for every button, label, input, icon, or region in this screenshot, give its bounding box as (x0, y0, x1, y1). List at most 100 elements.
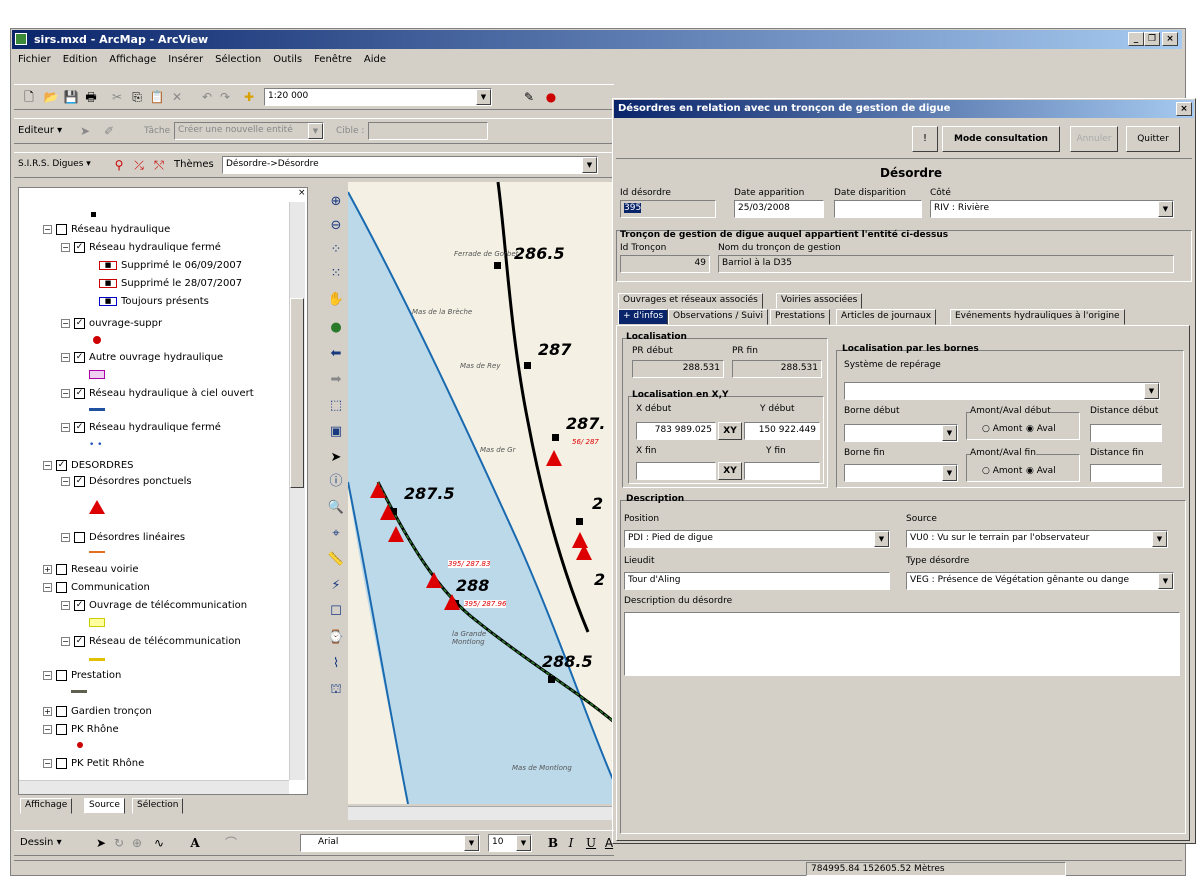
collapse-icon[interactable]: − (61, 243, 70, 252)
cible-select[interactable] (368, 122, 488, 140)
expand-icon[interactable]: + (43, 565, 52, 574)
toc-item-gardien-troncon[interactable]: + Gardien tronçon (43, 706, 152, 717)
back-icon[interactable]: ⬅ (326, 344, 346, 364)
chevron-down-icon[interactable]: ▼ (1158, 201, 1173, 217)
chevron-down-icon[interactable]: ▼ (942, 425, 957, 441)
dialog-close-icon[interactable]: × (1176, 102, 1192, 116)
delete-icon[interactable]: ✕ (168, 88, 186, 106)
zoom-out-icon[interactable]: ⊖ (326, 216, 346, 236)
zoom-in-icon[interactable]: ⊕ (326, 192, 346, 212)
mode-consultation-button[interactable]: Mode consultation (942, 126, 1060, 152)
collapse-icon[interactable]: − (61, 423, 70, 432)
collapse-icon[interactable]: − (43, 461, 52, 470)
map-view[interactable]: 286.5 287 287. 287.5 2 288 2 288.5 Mas d… (348, 182, 614, 804)
hyperlink-icon[interactable]: ⚡ (326, 576, 346, 596)
layer-checkbox[interactable] (56, 724, 67, 735)
expand-icon[interactable]: + (43, 707, 52, 716)
collapse-icon[interactable]: − (61, 319, 70, 328)
date-apparition-field[interactable]: 25/03/2008 (734, 200, 824, 218)
systeme-select[interactable]: ▼ (844, 382, 1160, 400)
id-troncon-field[interactable]: 49 (620, 255, 710, 273)
collapse-icon[interactable]: − (61, 637, 70, 646)
amont-fin-radio[interactable]: ○ Amont (982, 466, 1022, 476)
toc-item-pk-petit-rhone[interactable]: − PK Petit Rhône (43, 758, 144, 769)
measure-tool-icon[interactable]: 📏 (326, 550, 346, 570)
x-fin-field[interactable] (636, 462, 716, 480)
tab-voiries-associees[interactable]: Voiries associées (776, 293, 863, 309)
text-tool-icon[interactable]: A (186, 834, 204, 852)
close-icon[interactable]: × (1162, 32, 1178, 46)
id-desordre-field[interactable]: 395 (620, 200, 716, 218)
toc-item-desordres[interactable]: − ✓ DESORDRES (43, 460, 134, 471)
date-disparition-field[interactable] (834, 200, 922, 218)
map-hscrollbar[interactable] (348, 806, 614, 820)
toc-item-autre-ouvrage[interactable]: − ✓ Autre ouvrage hydraulique (61, 352, 223, 363)
collapse-icon[interactable]: − (61, 533, 70, 542)
layout-icon[interactable]: ⛫ (326, 680, 346, 700)
menu-edition[interactable]: Edition (61, 52, 100, 70)
task-select[interactable]: Créer une nouvelle entité ▼ (174, 122, 324, 140)
chevron-down-icon[interactable]: ▼ (464, 835, 479, 851)
menu-aide[interactable]: Aide (362, 52, 388, 70)
collapse-icon[interactable]: − (43, 583, 52, 592)
toc-scroll-thumb[interactable] (290, 298, 304, 488)
layer-checkbox[interactable]: ✓ (74, 600, 85, 611)
find-icon[interactable]: 🔍 (326, 498, 346, 518)
fixed-zoom-in-icon[interactable]: ⁘ (326, 240, 346, 260)
font-color-icon[interactable]: A (600, 834, 618, 852)
editor-toolbar-icon[interactable]: ✎ (520, 88, 538, 106)
description-desordre-textarea[interactable] (624, 612, 1180, 676)
full-extent-icon[interactable]: ● (326, 318, 346, 338)
toc-item-desordres-ponctuels[interactable]: − ✓ Désordres ponctuels (61, 476, 192, 487)
bold-icon[interactable]: B (544, 834, 562, 852)
collapse-icon[interactable]: − (61, 477, 70, 486)
chevron-down-icon[interactable]: ▼ (308, 123, 323, 139)
tab-prestations[interactable]: Prestations (770, 309, 830, 325)
collapse-icon[interactable]: − (61, 601, 70, 610)
aval-fin-radio[interactable]: ◉ Aval (1026, 466, 1056, 476)
fixed-zoom-out-icon[interactable]: ⁙ (326, 264, 346, 284)
nom-troncon-field[interactable]: Barriol à la D35 (718, 255, 1174, 273)
time-slider-icon[interactable]: ⌚ (326, 628, 346, 648)
layer-checkbox[interactable] (56, 582, 67, 593)
toc-item-desordres-lineaires[interactable]: − Désordres linéaires (61, 532, 185, 543)
toc-item-prestation[interactable]: − Prestation (43, 670, 121, 681)
forward-icon[interactable]: ➡ (326, 370, 346, 390)
layer-checkbox[interactable] (56, 706, 67, 717)
select-features-icon[interactable]: ⬚ (326, 396, 346, 416)
pin-icon[interactable]: ⚲ (110, 156, 128, 174)
toc-item-reseau-hydraulique[interactable]: − Réseau hydraulique (43, 224, 170, 235)
toc-item-reseau-hydraulique-ferme[interactable]: − ✓ Réseau hydraulique fermé (61, 242, 221, 253)
chevron-down-icon[interactable]: ▼ (582, 157, 597, 173)
table-of-contents[interactable]: × − Réseau hydraulique − ✓ Réseau hydrauliq… (18, 187, 308, 795)
minimize-icon[interactable]: _ (1128, 32, 1144, 46)
layer-checkbox[interactable]: ✓ (74, 476, 85, 487)
themes-select[interactable]: Désordre->Désordre ▼ (222, 156, 598, 174)
toc-item-ciel-ouvert[interactable]: − ✓ Réseau hydraulique à ciel ouvert (61, 388, 254, 399)
xy-fin-button[interactable]: XY (718, 462, 742, 480)
toc-item-communication[interactable]: − Communication (43, 582, 150, 593)
edit-vertices-icon[interactable]: ⌒ (222, 834, 240, 852)
chevron-down-icon[interactable]: ▼ (874, 531, 889, 547)
info-button[interactable]: ! (912, 126, 938, 152)
new-icon[interactable]: 🗋 (20, 88, 38, 106)
layer-checkbox[interactable]: ✓ (74, 318, 85, 329)
distance-debut-field[interactable] (1090, 424, 1162, 442)
underline-icon[interactable]: U (582, 834, 600, 852)
cut-icon[interactable]: ✂ (108, 88, 126, 106)
collapse-icon[interactable]: − (43, 725, 52, 734)
tab-affichage[interactable]: Affichage (20, 798, 73, 814)
toc-item-reseau-telecom[interactable]: − ✓ Réseau de télécommunication (61, 636, 241, 647)
measure-icon[interactable]: ⤲ (150, 156, 168, 174)
restore-icon[interactable]: ❐ (1144, 32, 1160, 46)
add-data-icon[interactable]: ✚ (240, 88, 258, 106)
layer-checkbox[interactable] (56, 224, 67, 235)
line-tool-icon[interactable]: ∿ (150, 834, 168, 852)
split-icon[interactable]: ⤰ (130, 156, 148, 174)
font-select[interactable]: Arial ▼ (300, 834, 480, 852)
toc-scrollbar[interactable] (289, 202, 305, 780)
type-desordre-select[interactable]: VEG : Présence de Végétation gênante ou … (906, 572, 1174, 590)
layer-checkbox[interactable] (74, 532, 85, 543)
collapse-icon[interactable]: − (61, 389, 70, 398)
pr-fin-field[interactable]: 288.531 (732, 360, 822, 378)
